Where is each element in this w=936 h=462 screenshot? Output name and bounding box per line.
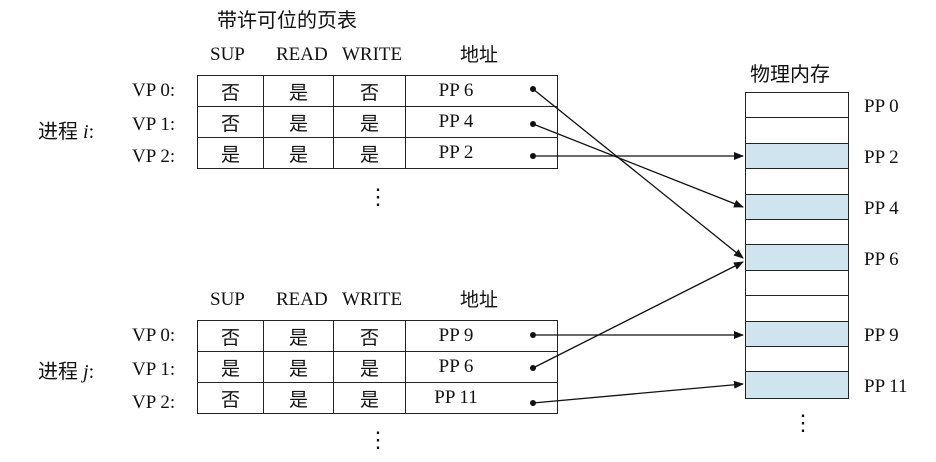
dot-j-2 [530,400,536,406]
arrow-i-vp1-pp4 [532,123,744,208]
dot-j-0 [530,332,536,338]
dot-i-1 [530,121,536,127]
dot-i-0 [530,86,536,92]
arrow-j-vp1-pp6 [532,261,744,369]
dot-j-1 [530,365,536,371]
mapping-arrows [530,86,744,406]
arrow-j-vp2-pp11 [532,380,744,404]
dot-i-2 [530,153,536,159]
arrow-i-vp0-pp6 [532,88,744,259]
